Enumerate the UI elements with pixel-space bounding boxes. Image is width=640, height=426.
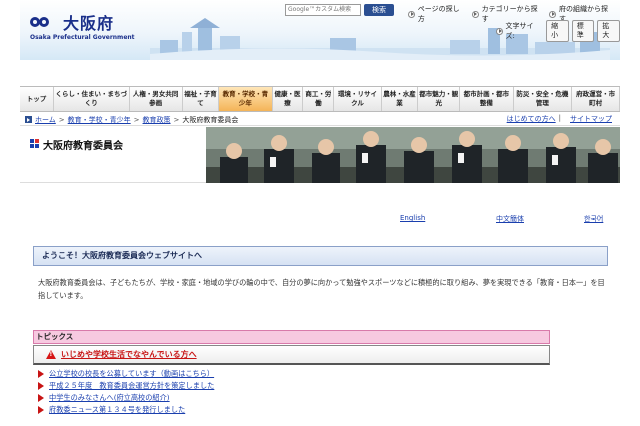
arrow-circle-icon <box>471 10 479 18</box>
topic-link[interactable]: 平成２５年度 教育委員会運営方針を策定しました <box>49 381 214 391</box>
page-banner: 大阪府教育委員会 <box>20 127 620 183</box>
nav-item-welfare[interactable]: 福祉・子育て <box>183 87 220 111</box>
search-button[interactable]: 検索 <box>364 4 394 16</box>
font-size-standard-button[interactable]: 標準 <box>571 20 595 42</box>
bullying-help-link[interactable]: いじめや学校生活でなやんでいる方へ <box>61 349 197 360</box>
nav-item-urban-planning[interactable]: 都市計画・都市整備 <box>460 87 514 111</box>
nav-item-tourism[interactable]: 都市魅力・観光 <box>418 87 461 111</box>
breadcrumb-arrow-icon <box>25 116 32 123</box>
red-arrow-icon <box>38 394 44 402</box>
breadcrumb-home[interactable]: ホーム <box>35 115 56 125</box>
global-nav: トップ くらし・住まい・まちづくり 人権・男女共同参画 福祉・子育て 教育・学校… <box>20 86 620 112</box>
breadcrumb-policy[interactable]: 教育政策 <box>143 115 171 125</box>
topic-link[interactable]: 公立学校の校長を公募しています（動画はこちら） <box>49 369 214 379</box>
breadcrumb-separator: > <box>133 115 140 124</box>
breadcrumb-education[interactable]: 教育・学校・青少年 <box>68 115 131 125</box>
topic-link[interactable]: 府教委ニュース第１３４号を発行しました <box>49 405 185 415</box>
grid-icon <box>30 139 39 148</box>
nav-item-education[interactable]: 教育・学校・青少年 <box>219 87 273 111</box>
top-link-label: ページの探し方 <box>417 5 460 23</box>
topics-list: 公立学校の校長を公募しています（動画はこちら） 平成２５年度 教育委員会運営方針… <box>38 368 550 416</box>
lang-chinese-link[interactable]: 中文簡体 <box>496 214 524 224</box>
breadcrumb: ホーム > 教育・学校・青少年 > 教育政策 > 大阪府教育委員会 はじめての方… <box>20 114 620 126</box>
students-photo <box>206 127 620 183</box>
sitemap-link[interactable]: サイトマップ <box>570 114 612 124</box>
nav-item-administration[interactable]: 府政運営・市町村 <box>572 87 620 111</box>
red-arrow-icon <box>38 382 44 390</box>
font-size-control: 文字サイズ: 縮小 標準 拡大 <box>496 20 620 42</box>
site-search: Google™カスタム検索 検索 <box>285 4 394 16</box>
nav-item-commerce[interactable]: 商工・労働 <box>303 87 335 111</box>
nav-item-top[interactable]: トップ <box>20 87 54 111</box>
utility-separator: | <box>558 114 561 122</box>
list-item: 中学生のみなさんへ(府立高校の紹介) <box>38 392 550 404</box>
list-item: 平成２５年度 教育委員会運営方針を策定しました <box>38 380 550 392</box>
font-size-label: 文字サイズ: <box>505 22 534 40</box>
logo-subtitle: Osaka Prefectural Government <box>30 34 135 41</box>
intro-text: 大阪府教育委員会は、子どもたちが、学校・家庭・地域の学びの輪の中で、自分の夢に向… <box>38 278 605 300</box>
nav-item-environment[interactable]: 環境・リサイクル <box>334 87 382 111</box>
search-input[interactable]: Google™カスタム検索 <box>285 4 361 16</box>
page-title: 大阪府教育委員会 <box>20 127 206 183</box>
site-header: 大阪府 Osaka Prefectural Government Google™… <box>20 0 620 60</box>
breadcrumb-separator: > <box>58 115 65 124</box>
nav-item-living[interactable]: くらし・住まい・まちづくり <box>54 87 130 111</box>
logo-title: 大阪府 <box>63 14 115 33</box>
lang-korean-link[interactable]: 한국어 <box>584 214 603 224</box>
utility-links: はじめての方へ | サイトマップ <box>501 114 612 124</box>
lang-english-link[interactable]: English <box>400 214 425 222</box>
nav-item-health[interactable]: 健康・医療 <box>273 87 304 111</box>
list-item: 府教委ニュース第１３４号を発行しました <box>38 404 550 416</box>
welcome-heading: ようこそ！大阪府教育委員会ウェブサイトへ <box>33 246 608 266</box>
nav-item-agriculture[interactable]: 農林・水産業 <box>382 87 419 111</box>
nav-item-disaster[interactable]: 防災・安全・危機管理 <box>514 87 573 111</box>
red-arrow-icon <box>38 406 44 414</box>
topic-link[interactable]: 中学生のみなさんへ(府立高校の紹介) <box>49 393 170 403</box>
nav-item-human-rights[interactable]: 人権・男女共同参画 <box>130 87 183 111</box>
red-arrow-icon <box>38 370 44 378</box>
topics-heading: トピックス <box>33 330 550 344</box>
font-size-larger-button[interactable]: 拡大 <box>597 20 620 42</box>
breadcrumb-separator: > <box>173 115 180 124</box>
first-time-link[interactable]: はじめての方へ <box>507 114 556 124</box>
warning-icon <box>46 350 56 359</box>
osaka-logo-icon <box>30 13 60 31</box>
bullying-alert-box: いじめや学校生活でなやんでいる方へ <box>33 345 550 365</box>
top-link-page-guide[interactable]: ページの探し方 <box>408 4 464 24</box>
arrow-circle-icon <box>496 27 503 35</box>
font-size-smaller-button[interactable]: 縮小 <box>546 20 569 42</box>
breadcrumb-current: 大阪府教育委員会 <box>182 115 239 124</box>
arrow-circle-icon <box>408 10 415 18</box>
arrow-circle-icon <box>549 10 557 18</box>
site-logo[interactable]: 大阪府 <box>30 10 114 34</box>
list-item: 公立学校の校長を公募しています（動画はこちら） <box>38 368 550 380</box>
page-title-text: 大阪府教育委員会 <box>43 141 123 152</box>
